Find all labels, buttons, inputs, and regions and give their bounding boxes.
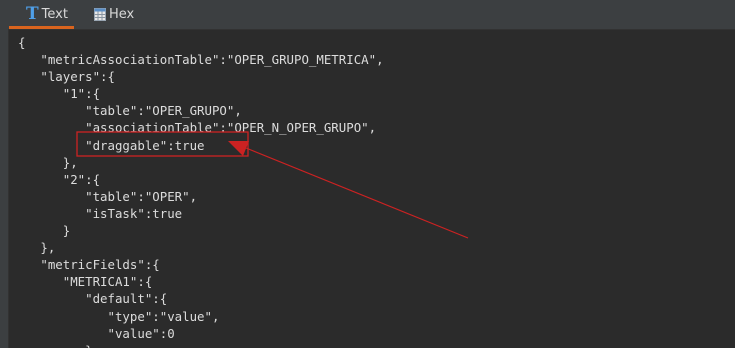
code-line: "2":{ <box>18 171 101 187</box>
code-line: "draggable":true <box>18 137 205 153</box>
code-line: "value":0 <box>18 325 175 341</box>
tab-text-label: Text <box>41 7 68 22</box>
code-line: } <box>18 342 384 348</box>
json-text-editor[interactable]: { "metricAssociationTable":"OPER_GRUPO_M… <box>8 29 735 348</box>
code-line: "associationTable":"OPER_N_OPER_GRUPO", <box>18 120 377 136</box>
code-line: "table":"OPER_GRUPO", <box>18 103 242 119</box>
tab-hex-label: Hex <box>109 7 135 22</box>
code-line: }, <box>18 240 56 256</box>
tab-bar: T Text Hex <box>0 0 735 29</box>
hex-grid-icon <box>94 8 106 21</box>
code-line: } <box>18 223 71 239</box>
code-line: }, <box>18 154 78 170</box>
code-line: "1":{ <box>18 86 101 102</box>
code-line: "layers":{ <box>18 69 115 85</box>
text-format-icon: T <box>26 3 39 24</box>
code-line: "METRICA1":{ <box>18 274 153 290</box>
code-line: "table":"OPER", <box>18 188 198 204</box>
tab-hex[interactable]: Hex <box>94 0 134 29</box>
tab-text[interactable]: T Text <box>9 0 74 29</box>
json-code-content[interactable]: { "metricAssociationTable":"OPER_GRUPO_M… <box>18 34 384 348</box>
code-line: "default":{ <box>18 291 168 307</box>
code-line: "metricAssociationTable":"OPER_GRUPO_MET… <box>18 52 384 68</box>
code-line: "type":"value", <box>18 308 220 324</box>
code-line: "metricFields":{ <box>18 257 160 273</box>
code-line: "isTask":true <box>18 205 183 221</box>
code-line: { <box>18 35 26 50</box>
